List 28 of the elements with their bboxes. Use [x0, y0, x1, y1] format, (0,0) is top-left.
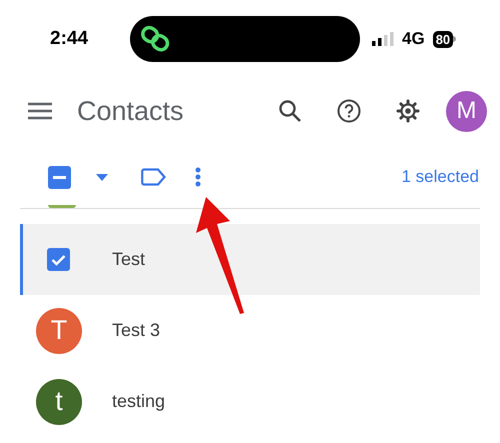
search-icon[interactable]: [278, 99, 302, 123]
contact-avatar: t: [36, 378, 82, 424]
contact-row[interactable]: T Test 3: [20, 295, 480, 366]
contact-name: Test 3: [112, 319, 160, 342]
more-icon[interactable]: [195, 167, 201, 187]
minus-icon: [53, 176, 66, 178]
menu-icon[interactable]: [28, 102, 52, 120]
status-time: 2:44: [49, 26, 90, 51]
avatar-edge-icon: [48, 205, 76, 208]
contact-name: Test: [112, 248, 146, 271]
help-icon[interactable]: [337, 99, 361, 123]
caret-icon[interactable]: [96, 174, 108, 180]
selection-count: 1 selected: [402, 166, 479, 188]
signal-icon: [372, 32, 394, 46]
contact-name: testing: [112, 390, 166, 413]
account-avatar[interactable]: M: [446, 90, 487, 132]
battery-icon: 80: [432, 30, 456, 48]
select-all-checkbox[interactable]: [48, 166, 71, 188]
network-type: 4G: [402, 28, 425, 50]
row-checkbox[interactable]: [47, 248, 70, 271]
label-icon[interactable]: [141, 168, 167, 186]
check-icon: [51, 254, 66, 266]
app-title: Contacts: [77, 94, 184, 128]
contact-avatar: T: [36, 308, 82, 354]
contact-row[interactable]: Test: [20, 224, 480, 295]
link-icon: [140, 25, 172, 53]
settings-icon[interactable]: [396, 99, 420, 123]
contact-row[interactable]: t testing: [20, 366, 480, 437]
